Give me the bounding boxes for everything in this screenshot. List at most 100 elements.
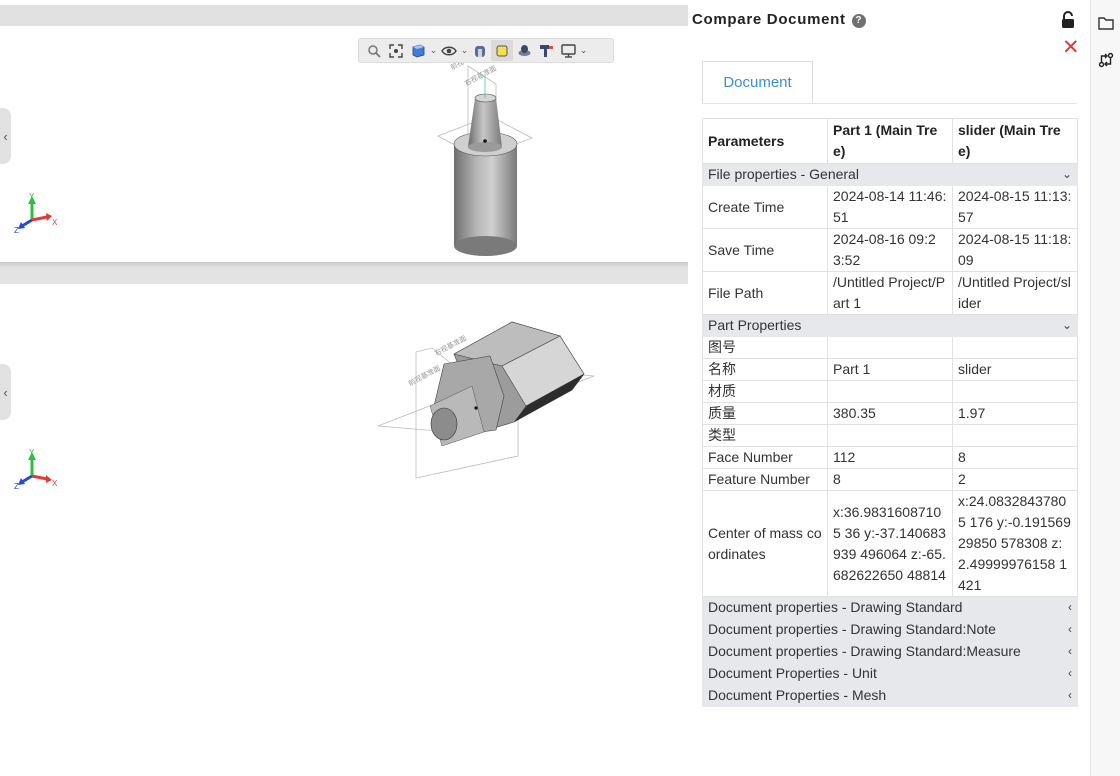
slider-model[interactable]: 前视基准面 右视基准面	[372, 314, 602, 484]
compare-document-panel: Compare Document? ✕ Document Parameters P…	[688, 0, 1090, 776]
shaded-display-icon[interactable]	[491, 40, 513, 61]
table-header-row: Parameters Part 1 (Main Tree) slider (Main…	[702, 118, 1078, 164]
section-header[interactable]: Document Properties - Mesh ‹	[702, 684, 1078, 707]
viewport-top-strip	[0, 5, 688, 26]
table-cell: Create Time	[702, 185, 828, 229]
section-title: Document properties - Drawing Standard:N…	[708, 621, 996, 637]
zoom-icon[interactable]	[363, 40, 385, 61]
chevron-down-icon[interactable]: ⌄	[460, 45, 469, 56]
display-settings-icon[interactable]	[557, 40, 579, 61]
table-cell	[827, 424, 953, 447]
table-cell	[952, 424, 1078, 447]
table-cell: Center of mass coordinates	[702, 490, 828, 597]
chevron-left-icon[interactable]: ‹	[1068, 597, 1072, 618]
section-title: File properties - General	[708, 166, 859, 182]
plane-label-front: 前视基准面	[407, 363, 442, 387]
table-cell	[827, 336, 953, 359]
table-cell: File Path	[702, 271, 828, 315]
table-cell: 质量	[702, 402, 828, 425]
table-cell: 图号	[702, 336, 828, 359]
panel-title-text: Compare Document	[692, 11, 846, 28]
chevron-down-icon[interactable]: ⌄	[1062, 315, 1072, 336]
table-cell: 2024-08-15 11:18:09	[952, 228, 1078, 272]
table-row: File Path/Untitled Project/Part 1/Untitl…	[702, 271, 1078, 315]
section-view-icon[interactable]	[469, 40, 491, 61]
part1-model[interactable]: 前视基准面 右视基准面	[430, 56, 550, 266]
column-header-parameters: Parameters	[702, 118, 828, 164]
section-header[interactable]: Document properties - Drawing Standard ‹	[702, 596, 1078, 619]
fit-view-icon[interactable]	[385, 40, 407, 61]
table-cell: x:36.98316087105 36 y:-37.140683939 4960…	[827, 490, 953, 597]
column-header-slider: slider (Main Tree)	[952, 118, 1078, 164]
table-row: Face Number 112 8	[702, 446, 1078, 469]
table-cell: /Untitled Project/slider	[952, 271, 1078, 315]
chevron-left-icon[interactable]: ‹	[1068, 663, 1072, 684]
table-cell	[827, 380, 953, 403]
table-cell: x:24.08328437805 176 y:-0.19156929850 57…	[952, 490, 1078, 597]
tab-document[interactable]: Document	[702, 61, 813, 103]
table-cell: 1.97	[952, 402, 1078, 425]
view-toolbar: ⌄ ⌄ ⌄	[358, 38, 614, 63]
table-cell: 名称	[702, 358, 828, 381]
chevron-down-icon[interactable]: ⌄	[1062, 164, 1072, 185]
compare-table: Parameters Part 1 (Main Tree) slider (Main…	[702, 118, 1078, 707]
render-mode-icon[interactable]	[513, 40, 535, 61]
column-header-part1: Part 1 (Main Tree)	[827, 118, 953, 164]
viewport-slider[interactable]: ‹ 前视基准面 右视基准面 Y X Z	[0, 284, 688, 514]
table-cell: 380.35	[827, 402, 953, 425]
section-header[interactable]: Document properties - Drawing Standard:N…	[702, 618, 1078, 641]
view-cube-icon[interactable]	[407, 40, 429, 61]
chevron-left-icon[interactable]: ‹	[1068, 685, 1072, 706]
table-row: 质量 380.35 1.97	[702, 402, 1078, 425]
table-cell: 8	[952, 446, 1078, 469]
section-title: Document Properties - Unit	[708, 665, 877, 681]
viewport-splitter[interactable]	[0, 262, 688, 284]
collapse-left-tab-bottom[interactable]: ‹	[0, 364, 11, 420]
section-title: Document Properties - Mesh	[708, 687, 887, 703]
chevron-left-icon[interactable]: ‹	[1068, 619, 1072, 640]
table-cell: 2024-08-15 11:13:57	[952, 185, 1078, 229]
right-rail	[1090, 0, 1120, 776]
axis-label-x: X	[52, 218, 58, 227]
axis-label-z: Z	[14, 482, 19, 491]
appearance-icon[interactable]	[535, 40, 557, 61]
compare-icon[interactable]	[1097, 51, 1115, 69]
chevron-left-icon[interactable]: ‹	[1068, 641, 1072, 662]
unlock-icon[interactable]	[1060, 11, 1076, 34]
section-header[interactable]: Document properties - Drawing Standard:M…	[702, 640, 1078, 663]
section-header[interactable]: File properties - General ⌄	[702, 163, 1078, 186]
chevron-down-icon[interactable]: ⌄	[429, 45, 438, 56]
table-row: 类型	[702, 424, 1078, 447]
section-header[interactable]: Part Properties ⌄	[702, 314, 1078, 337]
axis-triad-top: Y X Z	[14, 192, 58, 235]
table-row: Feature Number 8 2	[702, 468, 1078, 491]
table-cell: 8	[827, 468, 953, 491]
table-row: 材质	[702, 380, 1078, 403]
table-cell: Feature Number	[702, 468, 828, 491]
table-cell: 材质	[702, 380, 828, 403]
collapse-left-tab-top[interactable]: ‹	[0, 108, 11, 164]
chevron-down-icon[interactable]: ⌄	[579, 45, 588, 56]
axis-label-x: X	[52, 479, 58, 488]
section-header[interactable]: Document Properties - Unit ‹	[702, 662, 1078, 685]
table-row: Center of mass coordinates x:36.983160871…	[702, 490, 1078, 597]
table-cell: Face Number	[702, 446, 828, 469]
chevron-left-icon: ‹	[3, 384, 8, 400]
section-title: Document properties - Drawing Standard:M…	[708, 643, 1021, 659]
table-cell: 2	[952, 468, 1078, 491]
table-cell: Save Time	[702, 228, 828, 272]
table-cell: slider	[952, 358, 1078, 381]
table-cell: /Untitled Project/Part 1	[827, 271, 953, 315]
table-row: 名称 Part 1 slider	[702, 358, 1078, 381]
folder-icon[interactable]	[1097, 14, 1115, 32]
close-icon[interactable]: ✕	[1062, 37, 1080, 58]
table-cell	[952, 380, 1078, 403]
chevron-left-icon: ‹	[3, 128, 8, 144]
section-title: Document properties - Drawing Standard	[708, 599, 963, 615]
panel-title: Compare Document?	[692, 11, 866, 28]
table-cell: 2024-08-16 09:23:52	[827, 228, 953, 272]
help-icon[interactable]: ?	[851, 14, 866, 28]
visibility-eye-icon[interactable]	[438, 40, 460, 61]
axis-label-y: Y	[29, 192, 35, 201]
section-title: Part Properties	[708, 317, 802, 333]
